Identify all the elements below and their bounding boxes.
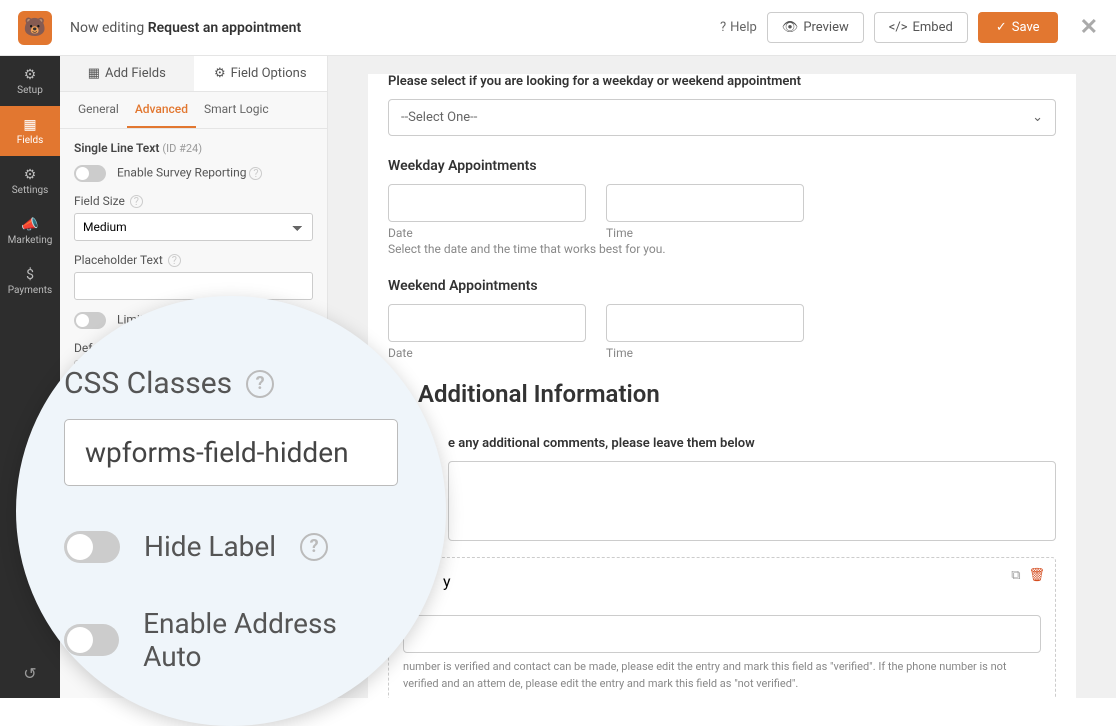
hide-label-toggle[interactable] (64, 531, 120, 563)
help-icon[interactable]: ? (246, 370, 274, 398)
nav-fields[interactable]: ▦Fields (0, 106, 60, 156)
css-classes-input[interactable] (64, 419, 398, 486)
chevron-down-icon: ⌄ (1032, 110, 1043, 125)
css-classes-label: CSS Classes (64, 366, 232, 401)
weekday-date-input[interactable] (388, 184, 586, 222)
subtab-advanced[interactable]: Advanced (127, 92, 196, 128)
placeholder-input[interactable] (74, 272, 313, 300)
editing-title: Now editing Request an appointment (70, 20, 301, 36)
nav-payments[interactable]: $Payments (0, 256, 60, 306)
preview-button[interactable]: 👁Preview (767, 12, 864, 43)
close-icon[interactable]: ✕ (1080, 15, 1098, 40)
help-link[interactable]: ?Help (720, 20, 757, 35)
help-icon[interactable]: ? (300, 533, 328, 561)
nav-marketing[interactable]: 📣Marketing (0, 206, 60, 256)
time-label: Time (606, 346, 804, 360)
field-size-select[interactable]: Medium (74, 213, 313, 241)
survey-label: Enable Survey Reporting (117, 166, 246, 180)
subtab-smart-logic[interactable]: Smart Logic (196, 92, 277, 128)
weekend-heading: Weekend Appointments (388, 278, 1056, 294)
q1-label: Please select if you are looking for a w… (388, 74, 1056, 89)
additional-info-heading: Additional Information (388, 360, 1056, 418)
address-auto-toggle[interactable] (64, 624, 119, 656)
date-label: Date (388, 226, 586, 240)
save-button[interactable]: ✓Save (978, 12, 1058, 43)
admin-input[interactable] (403, 615, 1041, 653)
time-label: Time (606, 226, 804, 240)
field-size-label: Field Size (74, 194, 125, 208)
embed-button[interactable]: </>Embed (874, 12, 968, 43)
admin-help-text: number is verified and contact can be ma… (403, 659, 1041, 692)
hide-label-label: Hide Label (144, 530, 276, 563)
help-icon[interactable]: ? (249, 167, 262, 180)
duplicate-icon[interactable]: ⧉ (1011, 568, 1020, 583)
admin-field-box[interactable]: ⧉ 🗑 y number is verified and contact can… (388, 557, 1056, 698)
help-icon[interactable]: ? (168, 254, 181, 267)
weekday-heading: Weekday Appointments (388, 158, 1056, 174)
wpforms-logo: 🐻 (18, 11, 52, 45)
weekend-time-input[interactable] (606, 304, 804, 342)
subtab-general[interactable]: General (70, 92, 127, 128)
nav-setup[interactable]: ⚙Setup (0, 56, 60, 106)
history-icon[interactable]: ↺ (0, 648, 60, 698)
survey-toggle[interactable] (74, 165, 106, 182)
nav-settings[interactable]: ⚙Settings (0, 156, 60, 206)
limit-length-toggle[interactable] (74, 312, 106, 329)
help-icon[interactable]: ? (130, 195, 143, 208)
address-auto-label: Enable Address Auto (143, 607, 398, 673)
delete-icon[interactable]: 🗑 (1028, 568, 1045, 583)
tab-field-options[interactable]: ⚙Field Options (194, 56, 328, 91)
zoom-overlay: CSS Classes? Hide Label ? Enable Address… (16, 296, 446, 726)
tab-add-fields[interactable]: ▦Add Fields (60, 56, 194, 91)
date-label: Date (388, 346, 586, 360)
q1-select[interactable]: --Select One--⌄ (388, 99, 1056, 136)
weekday-time-input[interactable] (606, 184, 804, 222)
dt-help: Select the date and the time that works … (388, 242, 1056, 256)
placeholder-label: Placeholder Text (74, 253, 163, 267)
comments-textarea[interactable] (448, 461, 1056, 541)
comments-label: e any additional comments, please leave … (388, 436, 1056, 451)
weekend-date-input[interactable] (388, 304, 586, 342)
